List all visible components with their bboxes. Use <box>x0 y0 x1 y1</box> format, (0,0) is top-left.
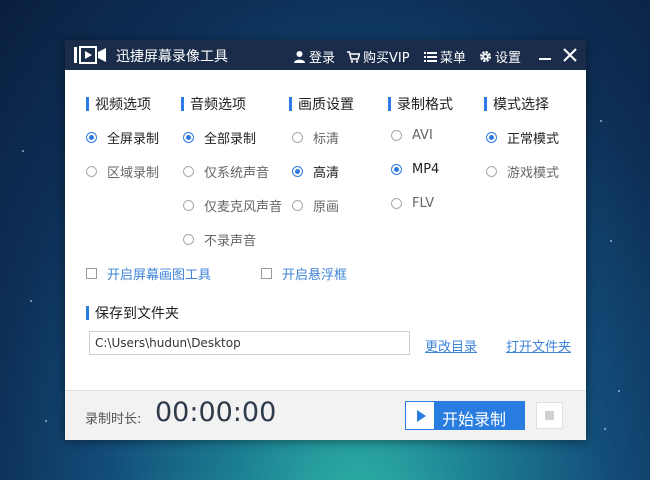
menu-label: 菜单 <box>440 51 467 66</box>
audio-option-system-only[interactable]: 仅系统声音 <box>183 162 269 181</box>
quality-option-original[interactable]: 原画 <box>292 196 339 215</box>
radio-unselected[interactable] <box>292 200 303 211</box>
menu-button[interactable]: 菜单 <box>424 47 466 66</box>
quality-settings-label: 画质设置 <box>298 97 354 113</box>
save-folder-header: 保存到文件夹 <box>86 303 179 323</box>
start-recording-label: 开始录制 <box>442 410 507 429</box>
section-marker <box>484 97 487 111</box>
video-option-fullscreen-label: 全屏录制 <box>107 132 160 147</box>
gear-icon <box>480 51 491 62</box>
section-marker <box>289 97 292 111</box>
play-icon <box>406 402 434 429</box>
screen-draw-tool-toggle[interactable]: 开启屏幕画图工具 <box>86 264 211 283</box>
mode-select-label: 模式选择 <box>493 97 549 113</box>
section-marker <box>86 97 89 111</box>
cart-icon <box>347 51 360 63</box>
record-format-label: 录制格式 <box>397 97 453 113</box>
login-label: 登录 <box>309 51 336 66</box>
format-option-avi[interactable]: AVI <box>391 128 433 143</box>
user-icon <box>294 51 305 63</box>
video-option-region-label: 区域录制 <box>107 166 160 181</box>
radio-unselected[interactable] <box>183 166 194 177</box>
app-window: 迅捷屏幕录像工具 登录 购买VIP 菜单 设置 视频选项 音频选项 画质设置 录… <box>65 40 586 440</box>
audio-option-mic-only[interactable]: 仅麦克风声音 <box>183 196 282 215</box>
format-option-mp4[interactable]: MP4 <box>391 162 439 177</box>
change-directory-link[interactable]: 更改目录 <box>425 336 477 355</box>
close-icon[interactable] <box>560 45 580 65</box>
video-options-header: 视频选项 <box>86 94 151 114</box>
screen-draw-tool-label[interactable]: 开启屏幕画图工具 <box>107 264 211 283</box>
quality-option-standard[interactable]: 标清 <box>292 128 339 147</box>
radio-unselected[interactable] <box>183 234 194 245</box>
app-logo-icon <box>74 46 106 64</box>
checkbox[interactable] <box>86 268 97 279</box>
video-option-region[interactable]: 区域录制 <box>86 162 159 181</box>
record-format-header: 录制格式 <box>388 94 453 114</box>
start-recording-button[interactable]: 开始录制 <box>405 401 525 430</box>
footer-bar: 录制时长: 00:00:00 开始录制 <box>65 390 586 440</box>
radio-selected[interactable] <box>292 166 303 177</box>
format-option-flv-label: FLV <box>412 196 435 211</box>
radio-selected[interactable] <box>486 132 497 143</box>
record-duration-value: 00:00:00 <box>155 397 277 428</box>
title-bar[interactable]: 迅捷屏幕录像工具 登录 购买VIP 菜单 设置 <box>65 40 586 70</box>
login-button[interactable]: 登录 <box>293 47 335 66</box>
buy-vip-button[interactable]: 购买VIP <box>347 47 410 66</box>
quality-option-high[interactable]: 高清 <box>292 162 339 181</box>
stop-button[interactable] <box>536 402 563 429</box>
audio-option-all[interactable]: 全部录制 <box>183 128 256 147</box>
video-option-fullscreen[interactable]: 全屏录制 <box>86 128 159 147</box>
quality-option-standard-label: 标清 <box>313 132 340 147</box>
radio-unselected[interactable] <box>86 166 97 177</box>
save-folder-label: 保存到文件夹 <box>95 306 179 322</box>
audio-option-none[interactable]: 不录声音 <box>183 230 256 249</box>
settings-label: 设置 <box>495 51 522 66</box>
radio-selected[interactable] <box>86 132 97 143</box>
floating-frame-toggle[interactable]: 开启悬浮框 <box>261 264 347 283</box>
checkbox[interactable] <box>261 268 272 279</box>
video-options-label: 视频选项 <box>95 97 151 113</box>
menu-icon <box>424 52 437 62</box>
mode-option-game-label: 游戏模式 <box>507 166 560 181</box>
radio-unselected[interactable] <box>391 198 402 209</box>
quality-settings-header: 画质设置 <box>289 94 354 114</box>
format-option-avi-label: AVI <box>412 128 433 143</box>
app-title: 迅捷屏幕录像工具 <box>116 49 228 65</box>
mode-select-header: 模式选择 <box>484 94 549 114</box>
buy-vip-label: 购买VIP <box>363 51 410 66</box>
format-option-mp4-label: MP4 <box>412 162 440 177</box>
radio-selected[interactable] <box>183 132 194 143</box>
open-folder-link[interactable]: 打开文件夹 <box>506 336 571 355</box>
radio-unselected[interactable] <box>292 132 303 143</box>
audio-option-none-label: 不录声音 <box>204 234 257 249</box>
audio-options-label: 音频选项 <box>190 97 246 113</box>
minimize-icon[interactable] <box>535 45 555 65</box>
audio-option-mic-only-label: 仅麦克风声音 <box>204 200 283 215</box>
radio-unselected[interactable] <box>183 200 194 211</box>
section-marker <box>388 97 391 111</box>
radio-unselected[interactable] <box>391 130 402 141</box>
section-marker <box>181 97 184 111</box>
mode-option-game[interactable]: 游戏模式 <box>486 162 559 181</box>
radio-selected[interactable] <box>391 164 402 175</box>
mode-option-normal-label: 正常模式 <box>507 132 560 147</box>
save-path-input[interactable] <box>89 331 410 355</box>
quality-option-high-label: 高清 <box>313 166 340 181</box>
radio-unselected[interactable] <box>486 166 497 177</box>
audio-options-header: 音频选项 <box>181 94 246 114</box>
audio-option-all-label: 全部录制 <box>204 132 257 147</box>
floating-frame-label[interactable]: 开启悬浮框 <box>282 264 347 283</box>
quality-option-original-label: 原画 <box>313 200 340 215</box>
section-marker <box>86 306 89 320</box>
audio-option-system-only-label: 仅系统声音 <box>204 166 270 181</box>
mode-option-normal[interactable]: 正常模式 <box>486 128 559 147</box>
record-duration-label: 录制时长: <box>85 412 142 427</box>
format-option-flv[interactable]: FLV <box>391 196 434 211</box>
settings-button[interactable]: 设置 <box>479 47 521 66</box>
